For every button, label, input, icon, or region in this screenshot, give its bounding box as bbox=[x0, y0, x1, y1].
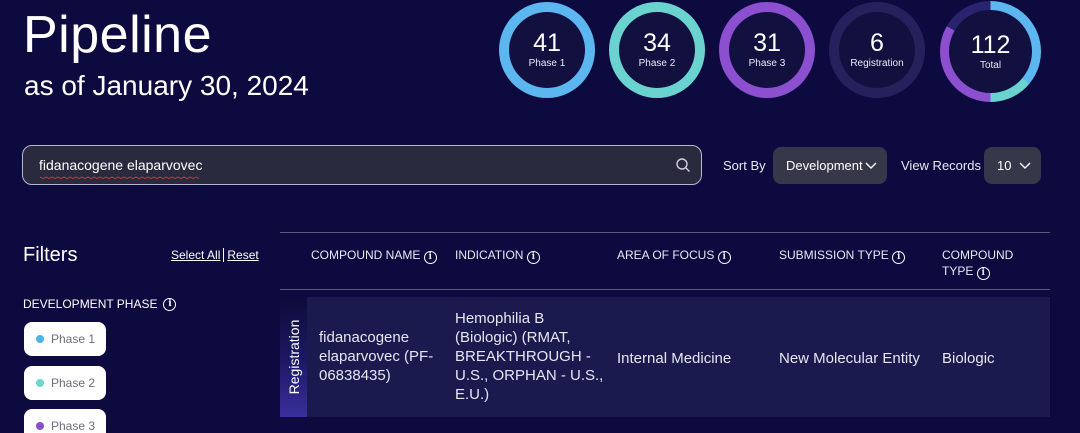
info-icon[interactable]: i bbox=[976, 267, 990, 280]
filter-label: Phase 3 bbox=[51, 419, 96, 433]
stat-value: 31 bbox=[753, 29, 781, 57]
phase-3-dot bbox=[36, 422, 44, 430]
phase-3-stat[interactable]: 31 Phase 3 bbox=[719, 2, 815, 98]
stat-label: Registration bbox=[850, 58, 904, 69]
view-records-label: View Records bbox=[901, 158, 981, 173]
spellcheck-underline bbox=[40, 176, 200, 179]
filter-links: Select All Reset bbox=[171, 248, 259, 262]
registration-stat[interactable]: 6 Registration bbox=[829, 2, 925, 98]
sort-by-select[interactable]: Development bbox=[773, 147, 887, 184]
search-box[interactable] bbox=[22, 145, 702, 185]
info-icon[interactable]: i bbox=[892, 251, 906, 264]
compound-type-cell: Biologic bbox=[942, 350, 995, 367]
page-title: Pipeline bbox=[23, 6, 213, 64]
divider bbox=[223, 248, 225, 262]
chevron-down-icon bbox=[865, 162, 877, 169]
development-phase-label: DEVELOPMENT PHASE bbox=[23, 297, 158, 311]
column-label: INDICATION bbox=[455, 248, 524, 262]
phase-1-dot bbox=[36, 335, 44, 343]
column-header-indication[interactable]: INDICATION i bbox=[455, 247, 540, 264]
info-icon[interactable]: i bbox=[526, 251, 540, 264]
view-records-value: 10 bbox=[997, 158, 1012, 173]
column-label: SUBMISSION TYPE bbox=[779, 248, 889, 262]
select-all-link[interactable]: Select All bbox=[171, 248, 220, 262]
info-icon[interactable]: i bbox=[717, 251, 731, 264]
total-stat[interactable]: 112 Total bbox=[940, 1, 1041, 102]
sort-by-value: Development bbox=[786, 158, 863, 173]
indication-cell: Hemophilia B (Biologic) (RMAT, BREAKTHRO… bbox=[455, 310, 604, 403]
filter-label: Phase 1 bbox=[51, 332, 96, 346]
filter-label: Phase 2 bbox=[51, 376, 96, 390]
column-label: AREA OF FOCUS bbox=[617, 248, 715, 262]
page-subtitle: as of January 30, 2024 bbox=[24, 70, 309, 101]
search-icon[interactable] bbox=[675, 157, 691, 173]
filters-title: Filters bbox=[23, 244, 78, 266]
table-top-rule bbox=[280, 232, 1050, 233]
info-icon[interactable]: i bbox=[423, 251, 437, 264]
compound-name-cell[interactable]: fidanacogene elaparvovec (PF-06838435) bbox=[319, 328, 444, 385]
phase-2-stat[interactable]: 34 Phase 2 bbox=[609, 2, 705, 98]
phase-2-dot bbox=[36, 379, 44, 387]
submission-type-cell: New Molecular Entity bbox=[779, 350, 920, 367]
column-header-area-of-focus[interactable]: AREA OF FOCUS i bbox=[617, 247, 731, 264]
column-label: COMPOUND NAME bbox=[311, 248, 421, 262]
stat-value: 112 bbox=[970, 30, 1011, 59]
phase-tag: Registration bbox=[280, 297, 307, 417]
stat-label: Total bbox=[979, 59, 1002, 71]
stat-value: 34 bbox=[643, 29, 671, 57]
table-header-rule bbox=[280, 289, 1050, 290]
filter-phase-3[interactable]: Phase 3 bbox=[24, 409, 106, 433]
stat-label: Phase 1 bbox=[528, 58, 566, 69]
sort-by-label: Sort By bbox=[723, 158, 766, 173]
phase-1-stat[interactable]: 41 Phase 1 bbox=[499, 2, 595, 98]
info-icon[interactable]: i bbox=[163, 297, 177, 311]
stat-value: 41 bbox=[533, 29, 561, 57]
phase-tag-label: Registration bbox=[285, 319, 302, 395]
column-header-compound-type[interactable]: COMPOUND TYPE i bbox=[942, 247, 1032, 280]
view-records-select[interactable]: 10 bbox=[984, 147, 1041, 184]
stat-value: 6 bbox=[870, 29, 884, 57]
search-input[interactable] bbox=[39, 157, 659, 173]
table-row[interactable]: Registration fidanacogene elaparvovec (P… bbox=[280, 297, 1050, 417]
development-phase-heading: DEVELOPMENT PHASE i bbox=[23, 297, 177, 311]
filter-phase-1[interactable]: Phase 1 bbox=[24, 322, 106, 356]
stat-label: Phase 3 bbox=[748, 58, 786, 69]
column-header-submission-type[interactable]: SUBMISSION TYPE i bbox=[779, 247, 906, 264]
column-header-compound-name[interactable]: COMPOUND NAME i bbox=[311, 247, 437, 264]
stat-label: Phase 2 bbox=[638, 58, 676, 69]
reset-link[interactable]: Reset bbox=[227, 248, 258, 262]
area-of-focus-cell: Internal Medicine bbox=[617, 350, 732, 367]
chevron-down-icon bbox=[1019, 162, 1031, 169]
filter-phase-2[interactable]: Phase 2 bbox=[24, 366, 106, 400]
